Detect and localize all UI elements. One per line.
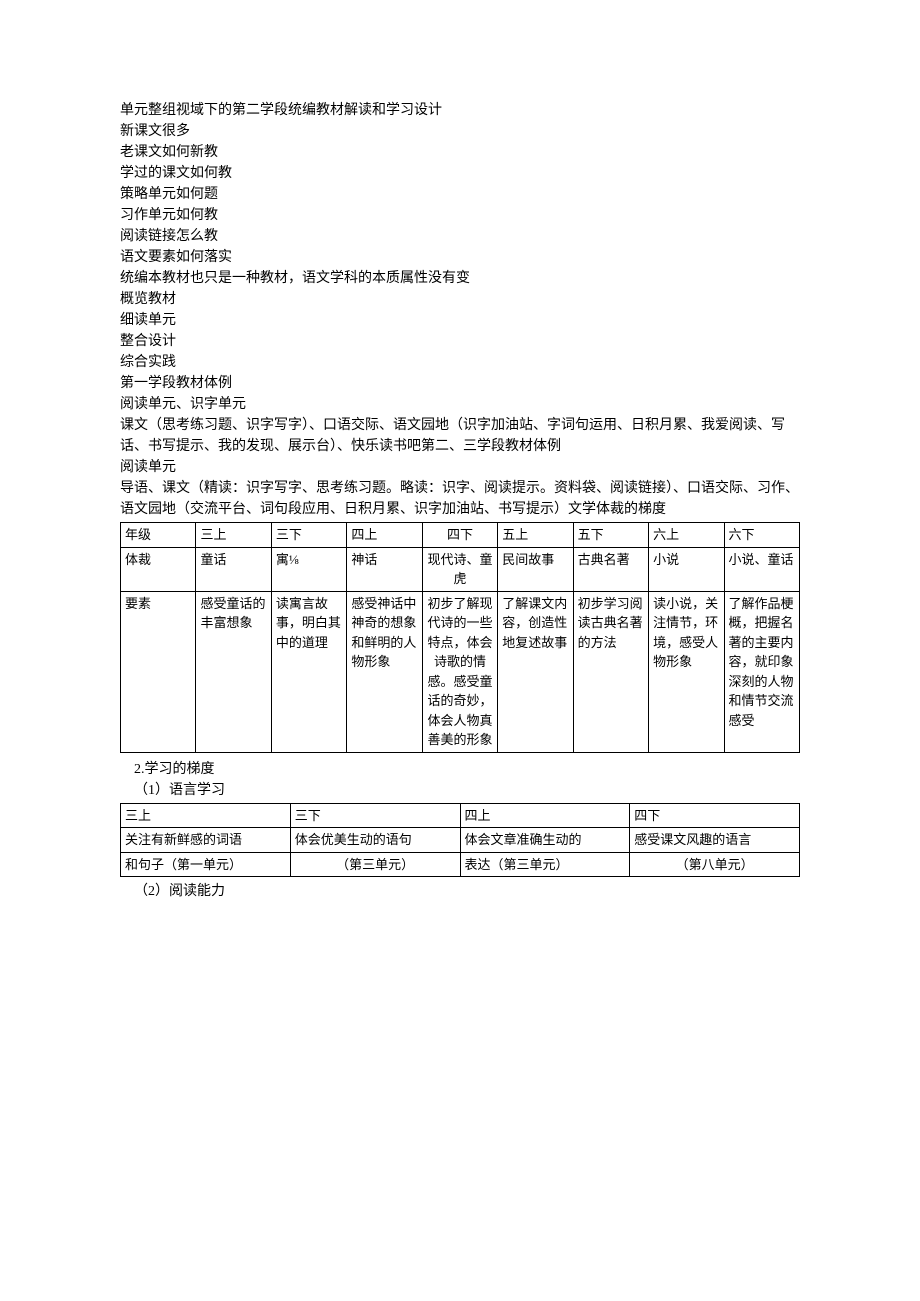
table-cell: 感受童话的丰富想象 — [196, 591, 271, 752]
table-cell: 五下 — [573, 523, 648, 548]
text-line: 策略单元如何题 — [120, 184, 800, 205]
table-cell: 感受课文风趣的语言 — [630, 828, 800, 853]
table-cell: 了解作品梗概，把握名著的主要内容，就印象深刻的人物和情节交流感受 — [724, 591, 800, 752]
text-line: 新课文很多 — [120, 121, 800, 142]
table-cell: 三上 — [196, 523, 271, 548]
table-cell: 六下 — [724, 523, 800, 548]
table-cell: 四上 — [460, 803, 630, 828]
table-cell: 读寓言故事，明白其中的道理 — [271, 591, 346, 752]
table-cell: 三上 — [121, 803, 291, 828]
section-heading: 2.学习的梯度 — [120, 759, 800, 780]
text-line: 习作单元如何教 — [120, 205, 800, 226]
text-line: 阅读链接怎么教 — [120, 226, 800, 247]
table-cell: 小说 — [649, 547, 724, 591]
table-cell: 关注有新鲜感的词语 — [121, 828, 291, 853]
text-line: 统编本教材也只是一种教材，语文学科的本质属性没有变 — [120, 268, 800, 289]
table-cell: 六上 — [649, 523, 724, 548]
table-row: 关注有新鲜感的词语 体会优美生动的语句 体会文章准确生动的 感受课文风趣的语言 — [121, 828, 800, 853]
table-cell: 现代诗、童虎 — [422, 547, 497, 591]
table-cell: 感受神话中神奇的想象和鲜明的人物形象 — [347, 591, 422, 752]
text-line: 阅读单元 — [120, 457, 800, 478]
text-line: 语文要素如何落实 — [120, 247, 800, 268]
table-cell: 寓⅛ — [271, 547, 346, 591]
table-cell: 四下 — [630, 803, 800, 828]
table-row: 和句子（第一单元） （第三单元） 表达（第三单元） （第八单元） — [121, 852, 800, 877]
table-row: 年级 三上 三下 四上 四下 五上 五下 六上 六下 — [121, 523, 800, 548]
table-cell: 读小说，关注情节，环境，感受人物形象 — [649, 591, 724, 752]
table-row: 体裁 童话 寓⅛ 神话 现代诗、童虎 民间故事 古典名著 小说 小说、童话 — [121, 547, 800, 591]
table-cell: 要素 — [121, 591, 196, 752]
table-cell: 四下 — [422, 523, 497, 548]
table-cell: 三下 — [290, 803, 460, 828]
table-cell: 神话 — [347, 547, 422, 591]
text-line: 综合实践 — [120, 352, 800, 373]
table-cell: 和句子（第一单元） — [121, 852, 291, 877]
table-cell: 初步了解现代诗的一些特点，体会诗歌的情感。感受童话的奇妙，体会人物真善美的形象 — [422, 591, 497, 752]
table-cell: 五上 — [498, 523, 573, 548]
table-cell: 体会文章准确生动的 — [460, 828, 630, 853]
genre-gradient-table: 年级 三上 三下 四上 四下 五上 五下 六上 六下 体裁 童话 寓⅛ 神话 现… — [120, 522, 800, 753]
text-line: 阅读单元、识字单元 — [120, 394, 800, 415]
subsection-heading: （1）语言学习 — [120, 780, 800, 801]
table-cell: 年级 — [121, 523, 196, 548]
language-learning-table: 三上 三下 四上 四下 关注有新鲜感的词语 体会优美生动的语句 体会文章准确生动… — [120, 803, 800, 878]
table-cell: （第三单元） — [290, 852, 460, 877]
table-cell: 民间故事 — [498, 547, 573, 591]
table-row: 三上 三下 四上 四下 — [121, 803, 800, 828]
table-row: 要素 感受童话的丰富想象 读寓言故事，明白其中的道理 感受神话中神奇的想象和鲜明… — [121, 591, 800, 752]
table-cell: 小说、童话 — [724, 547, 800, 591]
text-line: 课文（思考练习题、识字写字）、口语交际、语文园地（识字加油站、字词句运用、日积月… — [120, 415, 800, 457]
table-cell: 初步学习阅读古典名著的方法 — [573, 591, 648, 752]
table-cell: 三下 — [271, 523, 346, 548]
table-cell: 了解课文内容，创造性地复述故事 — [498, 591, 573, 752]
subsection-heading: （2）阅读能力 — [120, 881, 800, 902]
text-line: 单元整组视域下的第二学段统编教材解读和学习设计 — [120, 100, 800, 121]
text-line: 整合设计 — [120, 331, 800, 352]
table-cell: 古典名著 — [573, 547, 648, 591]
text-line: 老课文如何新教 — [120, 142, 800, 163]
table-cell: 表达（第三单元） — [460, 852, 630, 877]
table-cell: 四上 — [347, 523, 422, 548]
table-cell: 童话 — [196, 547, 271, 591]
text-line: 导语、课文（精读：识字写字、思考练习题。略读：识字、阅读提示。资料袋、阅读链接）… — [120, 478, 800, 520]
text-line: 概览教材 — [120, 289, 800, 310]
document-body: 单元整组视域下的第二学段统编教材解读和学习设计 新课文很多 老课文如何新教 学过… — [120, 100, 800, 902]
text-line: 细读单元 — [120, 310, 800, 331]
table-cell: （第八单元） — [630, 852, 800, 877]
text-line: 学过的课文如何教 — [120, 163, 800, 184]
table-cell: 体裁 — [121, 547, 196, 591]
table-cell: 体会优美生动的语句 — [290, 828, 460, 853]
text-line: 第一学段教材体例 — [120, 373, 800, 394]
